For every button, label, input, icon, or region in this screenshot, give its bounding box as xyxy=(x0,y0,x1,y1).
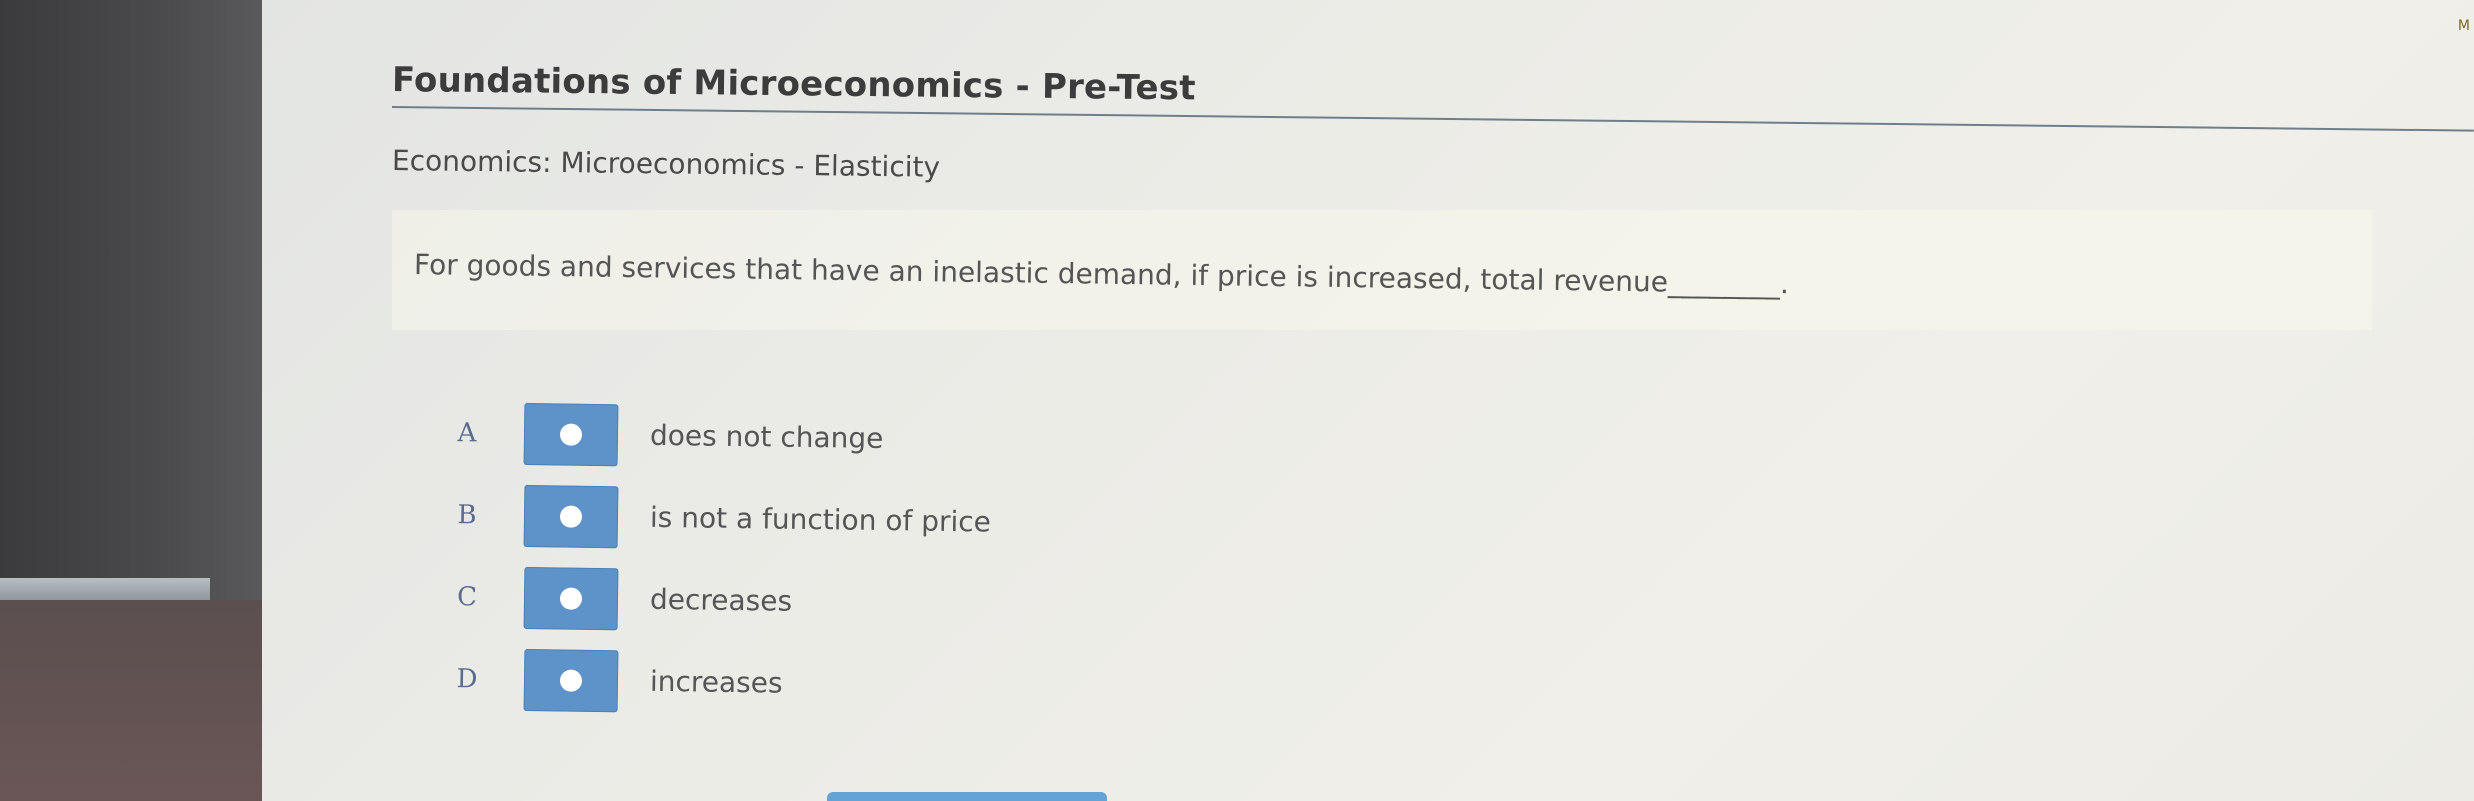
page-title: Foundations of Microeconomics - Pre-Test xyxy=(391,60,1196,109)
bezel-strip xyxy=(0,578,210,600)
submit-button[interactable] xyxy=(827,792,1107,801)
option-letter: B xyxy=(457,500,477,531)
option-b-radio-button[interactable] xyxy=(523,485,619,549)
option-letter: C xyxy=(456,582,478,613)
monitor-bezel xyxy=(0,0,262,801)
option-d-radio-button[interactable] xyxy=(523,649,619,713)
radio-dot-icon xyxy=(559,587,583,610)
radio-dot-icon xyxy=(559,669,583,692)
answer-option-b[interactable]: B is not a function of price xyxy=(452,484,1353,561)
option-label[interactable]: does not change xyxy=(650,419,884,455)
quiz-subtitle: Economics: Microeconomics - Elasticity xyxy=(391,144,941,184)
corner-link[interactable]: M xyxy=(2458,18,2470,34)
answer-option-a[interactable]: A does not change xyxy=(452,402,1353,479)
title-area: Foundations of Microeconomics - Pre-Test xyxy=(392,60,2474,132)
option-letter: D xyxy=(456,664,478,695)
option-letter: A xyxy=(457,418,477,449)
bezel-lower xyxy=(0,600,262,801)
option-label[interactable]: decreases xyxy=(650,583,793,618)
option-label[interactable]: increases xyxy=(650,665,783,700)
radio-dot-icon xyxy=(559,505,583,528)
option-label[interactable]: is not a function of price xyxy=(650,501,991,539)
radio-dot-icon xyxy=(559,423,583,446)
option-c-radio-button[interactable] xyxy=(523,567,619,631)
quiz-page: Foundations of Microeconomics - Pre-Test… xyxy=(262,0,2474,801)
answer-option-c[interactable]: C decreases xyxy=(452,566,1353,643)
answer-option-d[interactable]: D increases xyxy=(452,648,1353,725)
option-a-radio-button[interactable] xyxy=(523,403,619,467)
